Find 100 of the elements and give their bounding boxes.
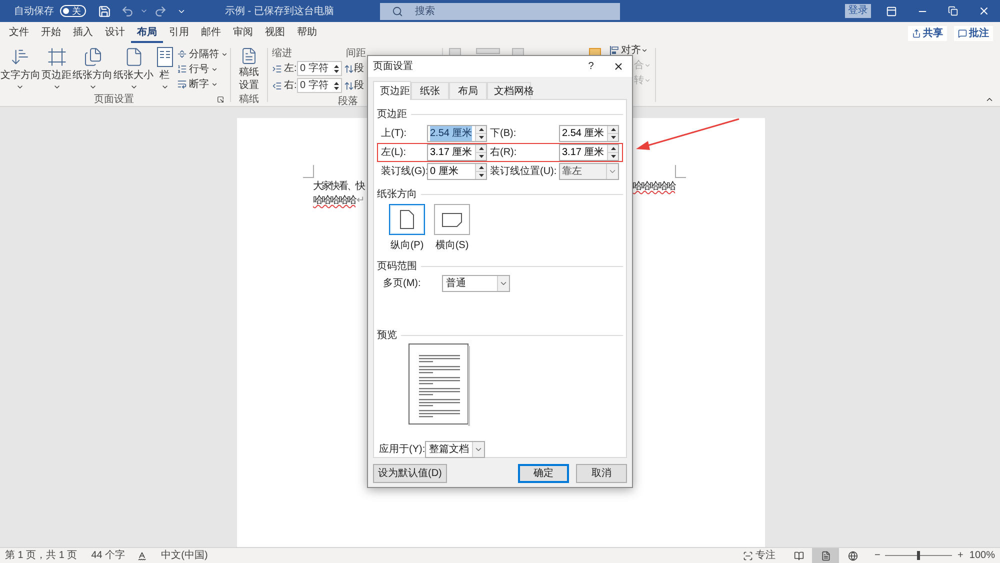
orientation-button[interactable] bbox=[434, 204, 470, 235]
spin-down-button[interactable] bbox=[608, 153, 618, 160]
spin-up-button[interactable] bbox=[608, 145, 618, 153]
ribbon-button[interactable]: 文字方向 bbox=[0, 47, 41, 92]
indent-field[interactable]: 0 字符 bbox=[297, 78, 342, 93]
spin-field[interactable]: 2.54 厘米 bbox=[427, 125, 487, 142]
section-title: 页码范围 bbox=[377, 260, 417, 274]
page-count[interactable]: 第 1 页，共 1 页 bbox=[5, 548, 78, 563]
ribbon-small-button[interactable]: 分隔符 bbox=[176, 47, 228, 61]
menu-tab[interactable]: 视图 bbox=[259, 23, 291, 43]
close-icon[interactable] bbox=[978, 5, 990, 17]
dialog-tab[interactable]: 纸张 bbox=[411, 82, 449, 100]
ribbon-button[interactable]: 栏 bbox=[154, 47, 175, 92]
zoom-level[interactable]: 100% bbox=[969, 548, 995, 563]
slider-thumb[interactable] bbox=[917, 551, 920, 560]
collapse-ribbon-icon[interactable] bbox=[985, 95, 994, 104]
menu-tab[interactable]: 插入 bbox=[67, 23, 99, 43]
arrange-button[interactable]: 对齐 bbox=[610, 44, 651, 56]
dropdown-field[interactable]: 整篇文档 bbox=[425, 441, 485, 458]
ribbon-button[interactable]: 纸张方向 bbox=[72, 47, 114, 92]
spin-up-button[interactable] bbox=[476, 145, 486, 153]
focus-button[interactable]: 专注 bbox=[743, 548, 776, 563]
chevron-down-icon bbox=[130, 83, 138, 91]
undo-icon[interactable] bbox=[121, 4, 134, 18]
spin-down-button[interactable] bbox=[476, 134, 486, 141]
spin-down-button[interactable] bbox=[476, 153, 486, 160]
dialog-button[interactable]: 取消 bbox=[576, 464, 627, 483]
dialog-tab[interactable]: 文档网格 bbox=[487, 82, 531, 100]
menu-tab[interactable]: 审阅 bbox=[227, 23, 259, 43]
spin-down-button[interactable] bbox=[476, 172, 486, 179]
view-button[interactable] bbox=[812, 548, 840, 563]
zoom-out-button[interactable]: − bbox=[872, 548, 882, 563]
indent-field[interactable]: 0 字符 bbox=[297, 61, 342, 76]
ribbon-button[interactable]: 页边距 bbox=[40, 47, 72, 92]
corner-mark-icon bbox=[675, 165, 686, 178]
dropdown-field[interactable]: 普通 bbox=[442, 275, 510, 292]
comments-button[interactable]: 批注 bbox=[954, 26, 993, 40]
search-field[interactable]: 搜索 bbox=[380, 2, 620, 20]
chevron-down-icon bbox=[16, 83, 24, 91]
numbered-list-icon bbox=[176, 64, 187, 74]
save-icon[interactable] bbox=[98, 4, 111, 18]
word-count[interactable]: 44 个字 bbox=[91, 548, 126, 563]
field-label: 上(T): bbox=[381, 126, 408, 141]
chevron-down-icon bbox=[88, 83, 97, 91]
indent-icon bbox=[272, 80, 282, 90]
spin-down-button[interactable] bbox=[608, 134, 618, 141]
language-label[interactable]: 中文(中国) bbox=[161, 548, 208, 563]
caret-up-icon bbox=[478, 147, 484, 150]
ribbon-button[interactable]: 稿纸设置 bbox=[231, 44, 267, 92]
menu-tab[interactable]: 开始 bbox=[35, 23, 67, 43]
close-icon[interactable] bbox=[613, 61, 624, 72]
restore-icon[interactable] bbox=[948, 6, 958, 16]
dialog-title: 页面设置 bbox=[373, 60, 413, 74]
ribbon-display-icon[interactable] bbox=[886, 6, 897, 16]
ribbon-small-button[interactable]: 断字 bbox=[176, 77, 228, 91]
caret-up-icon bbox=[610, 128, 616, 131]
dialog-tab[interactable]: 页边距 bbox=[373, 81, 411, 100]
zoom-in-button[interactable]: + bbox=[955, 548, 966, 563]
chevron-down-icon bbox=[608, 167, 617, 176]
field-label: 右(R): bbox=[490, 147, 517, 158]
chevron-down-icon bbox=[210, 80, 218, 88]
spin-up-button[interactable] bbox=[608, 126, 618, 134]
proofing-icon[interactable] bbox=[137, 550, 148, 560]
sign-in-button[interactable]: 登录 bbox=[845, 4, 871, 18]
chevron-down-icon[interactable] bbox=[140, 7, 148, 15]
menu-tab[interactable]: 邮件 bbox=[195, 23, 227, 43]
dialog-button[interactable]: 设为默认值(D) bbox=[373, 464, 447, 483]
ribbon-small-button[interactable]: 行号 bbox=[176, 62, 228, 76]
menu-tab[interactable]: 文件 bbox=[3, 23, 35, 43]
autosave-toggle[interactable]: 关 bbox=[60, 5, 86, 17]
caret-down-icon bbox=[610, 155, 616, 158]
menu-tab[interactable]: 引用 bbox=[163, 23, 195, 43]
orientation-label: 横向(S) bbox=[435, 238, 469, 253]
redo-icon[interactable] bbox=[154, 4, 167, 18]
page-icon bbox=[820, 550, 831, 560]
spin-field[interactable]: 3.17 厘米 bbox=[559, 144, 619, 161]
orientation-button[interactable] bbox=[389, 204, 425, 235]
dialog-button[interactable]: 确定 bbox=[518, 464, 569, 483]
indent-title: 缩进 bbox=[272, 46, 293, 60]
spacing-icon bbox=[344, 64, 354, 74]
spin-up-button[interactable] bbox=[476, 164, 486, 172]
dialog-tab[interactable]: 布局 bbox=[449, 82, 487, 100]
spin-up-button[interactable] bbox=[476, 126, 486, 134]
search-icon bbox=[392, 6, 403, 16]
spin-field[interactable]: 3.17 厘米 bbox=[427, 144, 487, 161]
caret-down-icon bbox=[334, 86, 339, 90]
help-button[interactable]: ? bbox=[585, 59, 597, 74]
spin-field[interactable]: 0 厘米 bbox=[427, 163, 487, 180]
ribbon-button[interactable]: 纸张大小 bbox=[113, 47, 154, 92]
share-button[interactable]: 共享 bbox=[908, 26, 947, 40]
caret-up-icon bbox=[334, 82, 339, 84]
group-label: 稿纸 bbox=[239, 92, 259, 106]
menu-tab[interactable]: 设计 bbox=[99, 23, 131, 43]
spin-field[interactable]: 2.54 厘米 bbox=[559, 125, 619, 142]
focus-icon bbox=[743, 550, 754, 560]
field-label: 装订线(G): bbox=[381, 164, 427, 179]
menu-tab[interactable]: 帮助 bbox=[291, 23, 323, 43]
zoom-slider[interactable] bbox=[885, 551, 952, 560]
dialog-launcher-icon[interactable] bbox=[217, 96, 224, 103]
layer-icon bbox=[476, 48, 500, 54]
